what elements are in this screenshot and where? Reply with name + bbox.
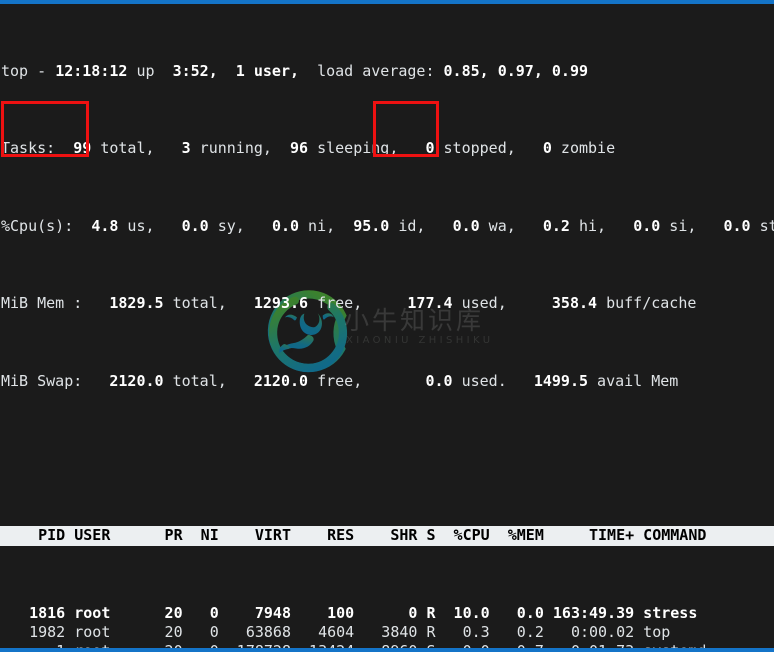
terminal-window: 小牛知识库 XIAONIU ZHISHIKU top - 12:18:12 up…	[0, 0, 774, 652]
tasks-total-value: 99	[73, 139, 92, 158]
uptime-text: top -	[1, 62, 56, 81]
mem-buffcache-label: buff/cache	[597, 294, 697, 313]
window-accent-bar-top	[0, 0, 774, 4]
cpu-id-value: 95.0	[353, 216, 390, 235]
mem-total-label: total,	[163, 294, 227, 313]
swap-free-label: free,	[308, 371, 363, 390]
window-accent-bar-bottom	[0, 648, 774, 652]
mem-used-label: used,	[452, 294, 507, 313]
tasks-label: Tasks:	[1, 139, 56, 158]
cpu-ni-value: 0.0	[271, 216, 300, 235]
mem-total-value: 1829.5	[109, 294, 164, 313]
sp10	[425, 217, 452, 235]
sp9	[335, 217, 353, 235]
sp14	[82, 294, 109, 312]
tasks-total-label: total,	[91, 139, 155, 158]
sp1	[55, 139, 73, 157]
swap-line: MiB Swap: 2120.0 total, 2120.0 free, 0.0…	[0, 372, 774, 391]
tasks-zombie-value: 0	[542, 139, 552, 158]
tasks-zombie-label: zombie	[551, 139, 616, 158]
tasks-stopped-value: 0	[425, 139, 435, 158]
user-count: 1 user,	[217, 62, 300, 81]
cpu-hi-label: hi,	[569, 216, 607, 235]
swap-avail-value: 1499.5	[533, 371, 589, 390]
tasks-running-value: 3	[181, 139, 191, 158]
process-row[interactable]: 1816 root 20 0 7948 100 0 R 10.0 0.0 163…	[0, 604, 774, 623]
swap-avail-label: avail Mem	[588, 371, 679, 390]
cpu-si-label: si,	[660, 216, 697, 235]
cpu-st-value: 0.0	[723, 216, 751, 235]
sp6	[73, 217, 91, 235]
cpu-us-value: 4.8	[91, 216, 119, 235]
load-average-values: 0.85, 0.97, 0.99	[443, 62, 589, 81]
sp5	[516, 139, 543, 157]
cpu-sy-value: 0.0	[181, 216, 209, 235]
swap-free-value: 2120.0	[253, 371, 309, 390]
sp3	[272, 139, 290, 157]
cpu-ni-label: ni,	[299, 216, 336, 235]
process-list[interactable]: 1816 root 20 0 7948 100 0 R 10.0 0.0 163…	[0, 604, 774, 652]
terminal-content[interactable]: top - 12:18:12 up 3:52, 1 user, load ave…	[0, 4, 774, 652]
top-uptime-line: top - 12:18:12 up 3:52, 1 user, load ave…	[0, 62, 774, 81]
sp17	[507, 294, 552, 312]
cpu-si-value: 0.0	[633, 216, 661, 235]
sp16	[362, 294, 407, 312]
sp19	[227, 372, 254, 390]
cpu-hi-value: 0.2	[542, 216, 570, 235]
sp12	[606, 217, 633, 235]
sp15	[227, 294, 254, 312]
mem-label: MiB Mem :	[1, 294, 83, 313]
tasks-line: Tasks: 99 total, 3 running, 96 sleeping,…	[0, 139, 774, 158]
uptime-value: 3:52,	[163, 62, 218, 81]
mem-free-label: free,	[308, 294, 363, 313]
sp7	[155, 217, 182, 235]
mem-free-value: 1293.6	[253, 294, 309, 313]
current-time: 12:18:12	[55, 62, 128, 81]
cpu-line: %Cpu(s): 4.8 us, 0.0 sy, 0.0 ni, 95.0 id…	[0, 217, 774, 236]
swap-used-label: used.	[452, 371, 507, 390]
cpu-wa-value: 0.0	[452, 216, 480, 235]
tasks-stopped-label: stopped,	[434, 139, 516, 158]
cpu-wa-label: wa,	[479, 216, 516, 235]
sp8	[245, 217, 272, 235]
process-table-header[interactable]: PID USER PR NI VIRT RES SHR S %CPU %MEM …	[0, 526, 774, 546]
swap-used-value: 0.0	[425, 371, 453, 390]
swap-label: MiB Swap:	[1, 371, 83, 390]
mem-line: MiB Mem : 1829.5 total, 1293.6 free, 177…	[0, 294, 774, 313]
mem-buffcache-value: 358.4	[551, 294, 598, 313]
sp20	[362, 372, 425, 390]
tasks-sleeping-label: sleeping,	[308, 139, 399, 158]
sp11	[516, 217, 543, 235]
column-header-text: PID USER PR NI VIRT RES SHR S %CPU %MEM …	[2, 526, 707, 545]
cpu-us-label: us,	[118, 216, 155, 235]
cpu-label: %Cpu(s):	[1, 216, 74, 235]
cpu-sy-label: sy,	[208, 216, 245, 235]
sp21	[507, 372, 534, 390]
mem-used-value: 177.4	[407, 294, 453, 313]
process-row[interactable]: 1982 root 20 0 63868 4604 3840 R 0.3 0.2…	[0, 623, 774, 642]
sp18	[82, 372, 109, 390]
load-average-label: load average:	[299, 62, 444, 81]
tasks-sleeping-value: 96	[290, 139, 309, 158]
cpu-id-label: id,	[389, 216, 426, 235]
tasks-running-label: running,	[190, 139, 272, 158]
sp13	[696, 217, 723, 235]
swap-total-label: total,	[163, 371, 227, 390]
up-label: up	[127, 62, 164, 81]
sp4	[398, 139, 425, 157]
sp2	[155, 139, 182, 157]
swap-total-value: 2120.0	[109, 371, 164, 390]
cpu-st-label: st	[759, 216, 774, 235]
